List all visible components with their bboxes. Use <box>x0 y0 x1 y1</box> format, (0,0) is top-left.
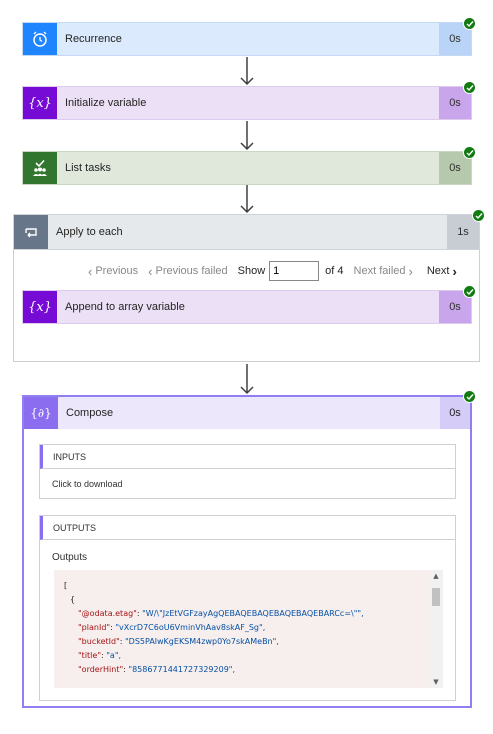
step-title: Apply to each <box>56 226 123 238</box>
scroll-down-arrow-icon[interactable]: ▼ <box>432 678 440 686</box>
code-line: [ <box>64 579 429 593</box>
outputs-panel: OUTPUTS Outputs [ { "@odata.etag": "W/\"… <box>39 515 456 701</box>
compose-icon: {∂} <box>24 397 58 429</box>
scroll-up-arrow-icon[interactable]: ▲ <box>432 572 440 580</box>
outputs-title: Outputs <box>52 552 88 563</box>
success-check-icon <box>463 81 476 94</box>
success-check-icon <box>463 285 476 298</box>
chevron-left-icon: ‹ <box>88 263 93 279</box>
step-title: Recurrence <box>65 33 122 45</box>
next-failed-button[interactable]: Next failed › <box>354 264 413 279</box>
step-apply-to-each[interactable]: Apply to each 1s <box>13 214 480 250</box>
code-key: "@odata.etag" <box>78 609 137 618</box>
success-check-icon <box>463 146 476 159</box>
alarm-clock-icon <box>23 23 57 55</box>
step-title: Initialize variable <box>65 97 147 109</box>
step-initialize-variable[interactable]: {x} Initialize variable 0s <box>22 86 472 120</box>
step-recurrence[interactable]: Recurrence 0s <box>22 22 472 56</box>
code-key: "planId" <box>78 623 111 632</box>
inputs-download-link[interactable]: Click to download <box>40 469 455 499</box>
success-check-icon <box>463 17 476 30</box>
arrow-down-icon <box>240 364 254 395</box>
step-list-tasks[interactable]: List tasks 0s <box>22 151 472 185</box>
code-key: "title" <box>78 651 101 660</box>
arrow-down-icon <box>240 121 254 151</box>
code-value: "8586771441727329209", <box>128 665 235 674</box>
iteration-pager: ‹Previous ‹Previous failed Show of 4 Nex… <box>88 261 457 281</box>
previous-button[interactable]: ‹ Previous <box>88 264 138 279</box>
outputs-header: OUTPUTS <box>40 516 455 540</box>
code-line: "@odata.etag": "W/\"JzEtVGFzayAgQEBAQEBA… <box>78 609 364 618</box>
compose-card: {∂} Compose 0s INPUTS Click to download … <box>22 395 472 708</box>
code-line: "planId": "vXcrD7C6oU6VminVhAav8skAF_Sg"… <box>78 623 266 632</box>
variable-icon: {x} <box>23 291 57 323</box>
previous-failed-button[interactable]: ‹ Previous failed <box>148 264 228 279</box>
chevron-right-icon: › <box>452 263 457 279</box>
success-check-icon <box>463 390 476 403</box>
next-failed-label: Next failed <box>353 265 406 277</box>
next-button[interactable]: Next › <box>427 264 457 279</box>
step-compose[interactable]: {∂} Compose 0s <box>24 397 470 429</box>
code-key: "bucketId" <box>78 637 120 646</box>
loop-icon <box>14 215 48 249</box>
code-line: { <box>64 593 429 607</box>
code-value: "DS5PAlwKgEKSM4zwp0Yo7skAMeBn", <box>125 637 279 646</box>
code-token: { <box>70 595 76 604</box>
planner-icon <box>23 152 57 184</box>
step-append-to-array-variable[interactable]: {x} Append to array variable 0s <box>22 290 472 324</box>
code-token: [ <box>64 581 68 590</box>
code-value: "W/\"JzEtVGFzayAgQEBAQEBAQEBAQEBAQEBARCc… <box>142 609 364 618</box>
page-number-input[interactable] <box>269 261 320 281</box>
code-scrollbar[interactable]: ▲ ▼ <box>429 570 443 688</box>
scrollbar-thumb[interactable] <box>432 588 440 606</box>
previous-label: Previous <box>95 265 139 277</box>
arrow-down-icon <box>240 185 254 214</box>
code-line: "bucketId": "DS5PAlwKgEKSM4zwp0Yo7skAMeB… <box>78 637 279 646</box>
code-line: "orderHint": "8586771441727329209", <box>78 665 235 674</box>
inputs-panel: INPUTS Click to download <box>39 444 456 499</box>
code-value: "vXcrD7C6oU6VminVhAav8skAF_Sg", <box>115 623 266 632</box>
step-title: Append to array variable <box>65 301 185 313</box>
code-line: "title": "a", <box>78 651 122 660</box>
previous-failed-label: Previous failed <box>155 265 228 277</box>
page-total: of 4 <box>325 265 344 277</box>
outputs-code-block[interactable]: [ { "@odata.etag": "W/\"JzEtVGFzayAgQEBA… <box>54 570 443 688</box>
chevron-right-icon: › <box>408 263 413 279</box>
code-key: "orderHint" <box>78 665 124 674</box>
next-label: Next <box>426 265 450 277</box>
arrow-down-icon <box>240 57 254 86</box>
show-label: Show <box>237 265 266 277</box>
code-value: "a", <box>106 651 122 660</box>
step-title: Compose <box>66 407 114 419</box>
variable-icon: {x} <box>23 87 57 119</box>
success-check-icon <box>472 209 485 222</box>
chevron-left-icon: ‹ <box>148 263 153 279</box>
inputs-header: INPUTS <box>40 445 455 469</box>
step-title: List tasks <box>65 162 111 174</box>
